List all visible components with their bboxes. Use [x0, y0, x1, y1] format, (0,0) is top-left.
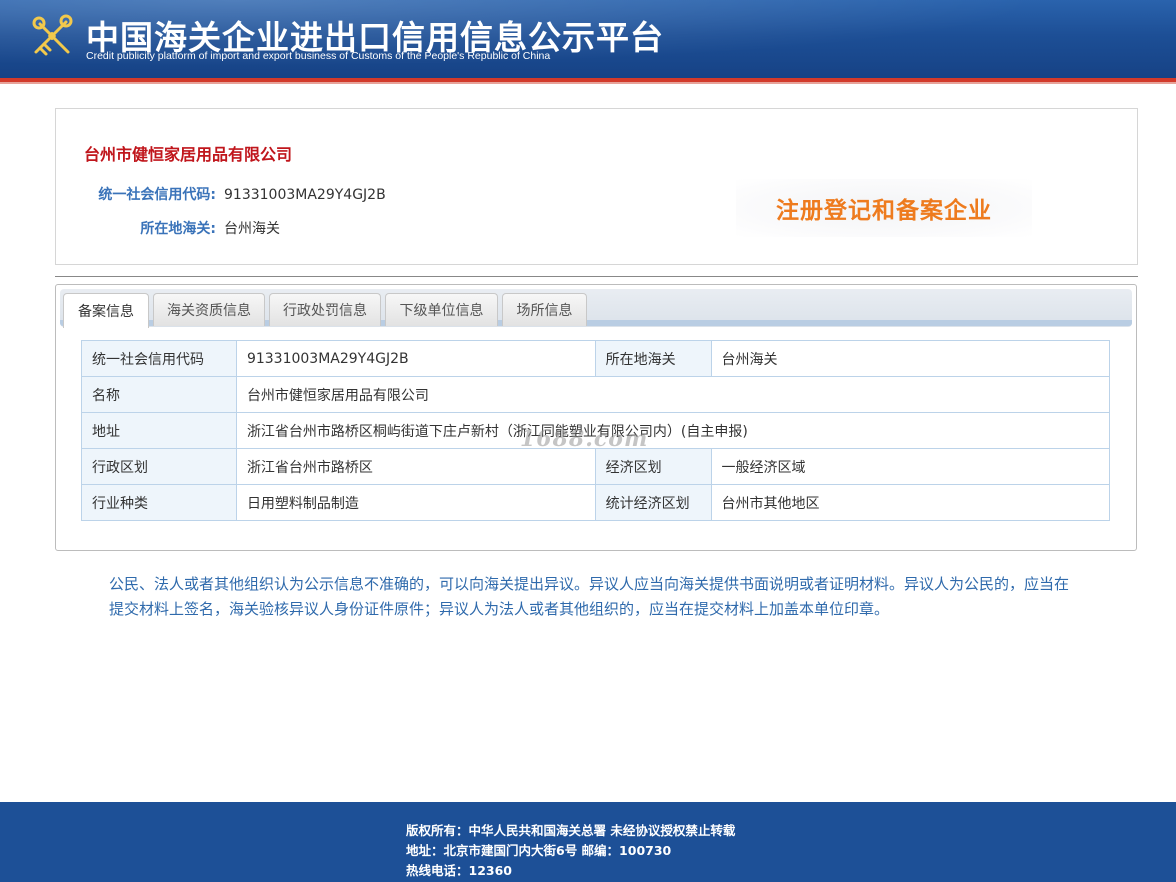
credit-code-value: 91331003MA29Y4GJ2B — [224, 187, 386, 203]
credit-code-cell: 91331003MA29Y4GJ2B — [235, 340, 596, 377]
table-row: 行业种类 日用塑料制品制造 统计经济区划 台州市其他地区 — [81, 484, 1111, 521]
footer-address: 地址：北京市建国门内大街6号 邮编：100730 — [406, 843, 672, 858]
address-label-cell: 地址 — [81, 412, 237, 449]
footer-copyright: 版权所有：中华人民共和国海关总署 未经协议授权禁止转载 — [406, 823, 736, 838]
customs-label-cell: 所在地海关 — [594, 340, 712, 377]
credit-code-row: 统一社会信用代码: 91331003MA29Y4GJ2B — [86, 184, 386, 204]
tab-filing-info[interactable]: 备案信息 — [63, 293, 149, 328]
registration-badge-text: 注册登记和备案企业 — [776, 198, 992, 224]
name-cell: 台州市健恒家居用品有限公司 — [235, 376, 1111, 413]
tab-administrative-penalty[interactable]: 行政处罚信息 — [269, 293, 381, 326]
industry-label-cell: 行业种类 — [81, 484, 237, 521]
customs-value: 台州海关 — [224, 221, 280, 237]
footer-hotline: 热线电话：12360 — [406, 863, 512, 878]
site-footer: 版权所有：中华人民共和国海关总署 未经协议授权禁止转载 地址：北京市建国门内大街… — [0, 802, 1176, 882]
site-header: 中国海关企业进出口信用信息公示平台 Credit publicity platf… — [0, 0, 1176, 78]
stat-zone-cell: 台州市其他地区 — [710, 484, 1111, 521]
info-panel: 备案信息 海关资质信息 行政处罚信息 下级单位信息 场所信息 统一社会信用代码 … — [55, 284, 1137, 551]
economic-zone-cell: 一般经济区域 — [710, 448, 1111, 485]
region-label-cell: 行政区划 — [81, 448, 237, 485]
tab-customs-qualification[interactable]: 海关资质信息 — [153, 293, 265, 326]
customs-emblem-icon — [32, 14, 73, 56]
objection-notice: 公民、法人或者其他组织认为公示信息不准确的，可以向海关提出异议。异议人应当向海关… — [109, 575, 1070, 618]
region-cell: 浙江省台州市路桥区 — [235, 448, 596, 485]
stat-zone-label-cell: 统计经济区划 — [594, 484, 712, 521]
customs-label: 所在地海关: — [140, 221, 216, 237]
economic-zone-label-cell: 经济区划 — [594, 448, 712, 485]
tab-premises-info[interactable]: 场所信息 — [502, 293, 587, 326]
table-row: 统一社会信用代码 91331003MA29Y4GJ2B 所在地海关 台州海关 — [81, 340, 1111, 377]
table-row: 行政区划 浙江省台州市路桥区 经济区划 一般经济区域 — [81, 448, 1111, 485]
customs-cell: 台州海关 — [710, 340, 1111, 377]
section-divider — [55, 276, 1138, 277]
table-row: 名称 台州市健恒家居用品有限公司 — [81, 376, 1111, 413]
credit-code-label-cell: 统一社会信用代码 — [81, 340, 237, 377]
credit-code-label: 统一社会信用代码: — [98, 187, 216, 203]
watermark: 1688.com — [520, 426, 649, 452]
tab-subordinate-units[interactable]: 下级单位信息 — [385, 293, 498, 326]
registration-badge: 注册登记和备案企业 — [736, 179, 1032, 237]
company-name: 台州市健恒家居用品有限公司 — [84, 145, 293, 164]
company-info-box: 台州市健恒家居用品有限公司 统一社会信用代码: 91331003MA29Y4GJ2… — [55, 108, 1138, 265]
header-stripe-light — [0, 82, 1176, 84]
address-cell: 浙江省台州市路桥区桐屿街道下庄卢新村（浙江同能塑业有限公司内）(自主申报) — [235, 412, 1111, 449]
name-label-cell: 名称 — [81, 376, 237, 413]
industry-cell: 日用塑料制品制造 — [235, 484, 596, 521]
site-subtitle: Credit publicity platform of import and … — [86, 50, 551, 62]
customs-row: 所在地海关: 台州海关 — [86, 218, 280, 238]
